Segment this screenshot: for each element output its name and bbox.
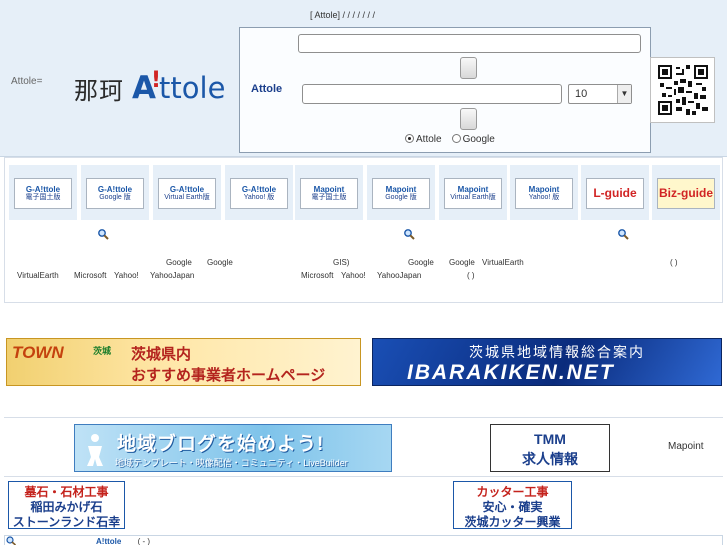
ad-line-3: ストーンランド石幸	[12, 515, 121, 529]
service-title: G-A!ttole	[241, 184, 277, 194]
banner-line-2: 地域テンプレート・映像配信・コミュニティ・LiveBuilder	[115, 458, 348, 468]
banner-line-1: 茨城県地域情報総合案内	[469, 344, 645, 360]
result-count-value: 10	[575, 88, 588, 100]
service-tile[interactable]: G-A!ttole Virtual Earth版	[153, 165, 221, 220]
service-text: Google	[207, 258, 233, 267]
service-edition: 電子国土版	[25, 194, 61, 202]
banner-subtitle: 茨城	[93, 346, 112, 356]
logo-kanji: 那珂	[74, 76, 124, 105]
banner-line-1: 地域ブログを始めよう!	[117, 434, 325, 455]
engine-radio-group: Attole Google	[405, 134, 495, 145]
banner-line-2: 求人情報	[522, 451, 578, 467]
attole-logo[interactable]: 那珂 A ! ttole	[74, 66, 225, 110]
service-title: G-A!ttole	[169, 184, 205, 194]
footer-text: A!ttole ( - )	[96, 537, 150, 545]
service-text: Google	[166, 258, 192, 267]
search-input[interactable]	[302, 84, 562, 104]
ibarakiken-net-banner[interactable]: 茨城県地域情報総合案内 IBARAKIKEN.NET	[372, 338, 722, 386]
service-tile[interactable]: G-A!ttole Yahoo! 版	[225, 165, 293, 220]
service-title: Mapoint	[528, 184, 560, 194]
magnifier-icon[interactable]	[403, 228, 415, 240]
radio-unchecked-icon[interactable]	[451, 134, 461, 143]
service-edition: Google 版	[99, 194, 131, 202]
attole-eq-label: Attole=	[11, 76, 43, 87]
service-edition: Yahoo! 版	[528, 194, 560, 202]
service-title: Mapoint	[385, 184, 417, 194]
logo-text: ttole	[159, 71, 226, 105]
stoneland-ad[interactable]: 墓石・石材工事 稲田みかげ石 ストーンランド石幸	[8, 481, 125, 529]
engine-option-attole[interactable]: Attole	[405, 134, 442, 145]
banner-line-1: TMM	[534, 431, 566, 447]
region-blog-banner[interactable]: 地域ブログを始めよう! 地域テンプレート・映像配信・コミュニティ・LiveBui…	[74, 424, 392, 472]
secondary-search-input[interactable]	[298, 34, 641, 53]
footer-brand: A!ttole	[96, 537, 122, 545]
service-text: YahooJapan	[150, 271, 195, 280]
service-tile[interactable]: L-guide	[581, 165, 649, 220]
service-title: Mapoint	[313, 184, 345, 194]
cutter-kogyo-ad[interactable]: カッター工事 安心・確実 茨城カッター興業	[453, 481, 572, 529]
service-edition: 電子国土版	[311, 194, 347, 202]
service-tile[interactable]: G-A!ttole Google 版	[81, 165, 149, 220]
magnifier-icon[interactable]	[617, 228, 629, 240]
service-tile[interactable]: Mapoint Virtual Earth版	[439, 165, 507, 220]
radio-checked-icon[interactable]	[405, 134, 414, 143]
service-text: YahooJapan	[377, 271, 422, 280]
service-text: Google	[408, 258, 434, 267]
banner-line-2: IBARAKIKEN.NET	[407, 361, 615, 384]
service-title: Mapoint	[457, 184, 489, 194]
magnifier-icon[interactable]	[6, 536, 16, 545]
magnifier-icon[interactable]	[97, 228, 109, 240]
service-text: ( )	[670, 258, 678, 267]
engine-option-google[interactable]: Google	[451, 134, 495, 145]
service-edition: Google 版	[385, 194, 417, 202]
qr-code-icon	[658, 65, 708, 115]
tmm-jobs-banner[interactable]: TMM 求人情報	[490, 424, 610, 472]
service-text: Microsoft	[301, 271, 334, 280]
service-text: Microsoft	[74, 271, 107, 280]
service-tile[interactable]: Mapoint Yahoo! 版	[510, 165, 578, 220]
service-text: VirtualEarth	[482, 258, 524, 267]
service-text: Yahoo!	[114, 271, 139, 280]
map-services-panel: G-A!ttole 電子国土版 G-A!ttole Google 版 G-A!tto…	[4, 157, 723, 303]
engine-option-label: Attole	[416, 134, 442, 145]
service-tile[interactable]: G-A!ttole 電子国土版	[9, 165, 77, 220]
service-edition: Virtual Earth版	[164, 194, 210, 202]
engine-option-label: Google	[462, 134, 495, 145]
service-text: GIS)	[333, 258, 350, 267]
search-label: Attole	[251, 83, 283, 95]
service-text: Yahoo!	[341, 271, 366, 280]
person-silhouette-icon	[87, 434, 103, 466]
service-text: Google	[449, 258, 475, 267]
service-title: G-A!ttole	[25, 184, 61, 194]
banner-brand: TOWN	[12, 343, 64, 362]
service-edition: Yahoo! 版	[243, 194, 275, 202]
service-title: Biz-guide	[659, 186, 713, 201]
banner-line-2: おすすめ事業者ホームページ	[131, 367, 326, 384]
search-button[interactable]	[460, 108, 477, 130]
chevron-down-icon[interactable]: ▼	[617, 85, 631, 103]
service-title: L-guide	[593, 186, 637, 201]
service-text: VirtualEarth	[17, 271, 59, 280]
header-links[interactable]: [ Attole] / / / / / / /	[310, 10, 375, 20]
service-tile[interactable]: Biz-guide	[652, 165, 720, 220]
secondary-search-button[interactable]	[460, 57, 477, 79]
result-count-select[interactable]: 10 ▼	[568, 84, 632, 104]
ibaraki-town-banner[interactable]: TOWN 茨城 茨城県内 おすすめ事業者ホームページ	[6, 338, 361, 386]
footer-note: ( - )	[137, 537, 150, 545]
banner-line-1: 茨城県内	[131, 346, 192, 363]
service-tile[interactable]: Mapoint 電子国土版	[295, 165, 363, 220]
mapoint-link[interactable]: Mapoint	[668, 441, 704, 452]
service-text: ( )	[467, 271, 475, 280]
service-tile[interactable]: Mapoint Google 版	[367, 165, 435, 220]
qr-code-box	[650, 57, 715, 123]
ad-line-3: 茨城カッター興業	[464, 515, 561, 529]
search-panel: Attole 10 ▼ Attole Google	[239, 27, 651, 153]
service-edition: Virtual Earth版	[450, 194, 496, 202]
service-title: G-A!ttole	[97, 184, 133, 194]
